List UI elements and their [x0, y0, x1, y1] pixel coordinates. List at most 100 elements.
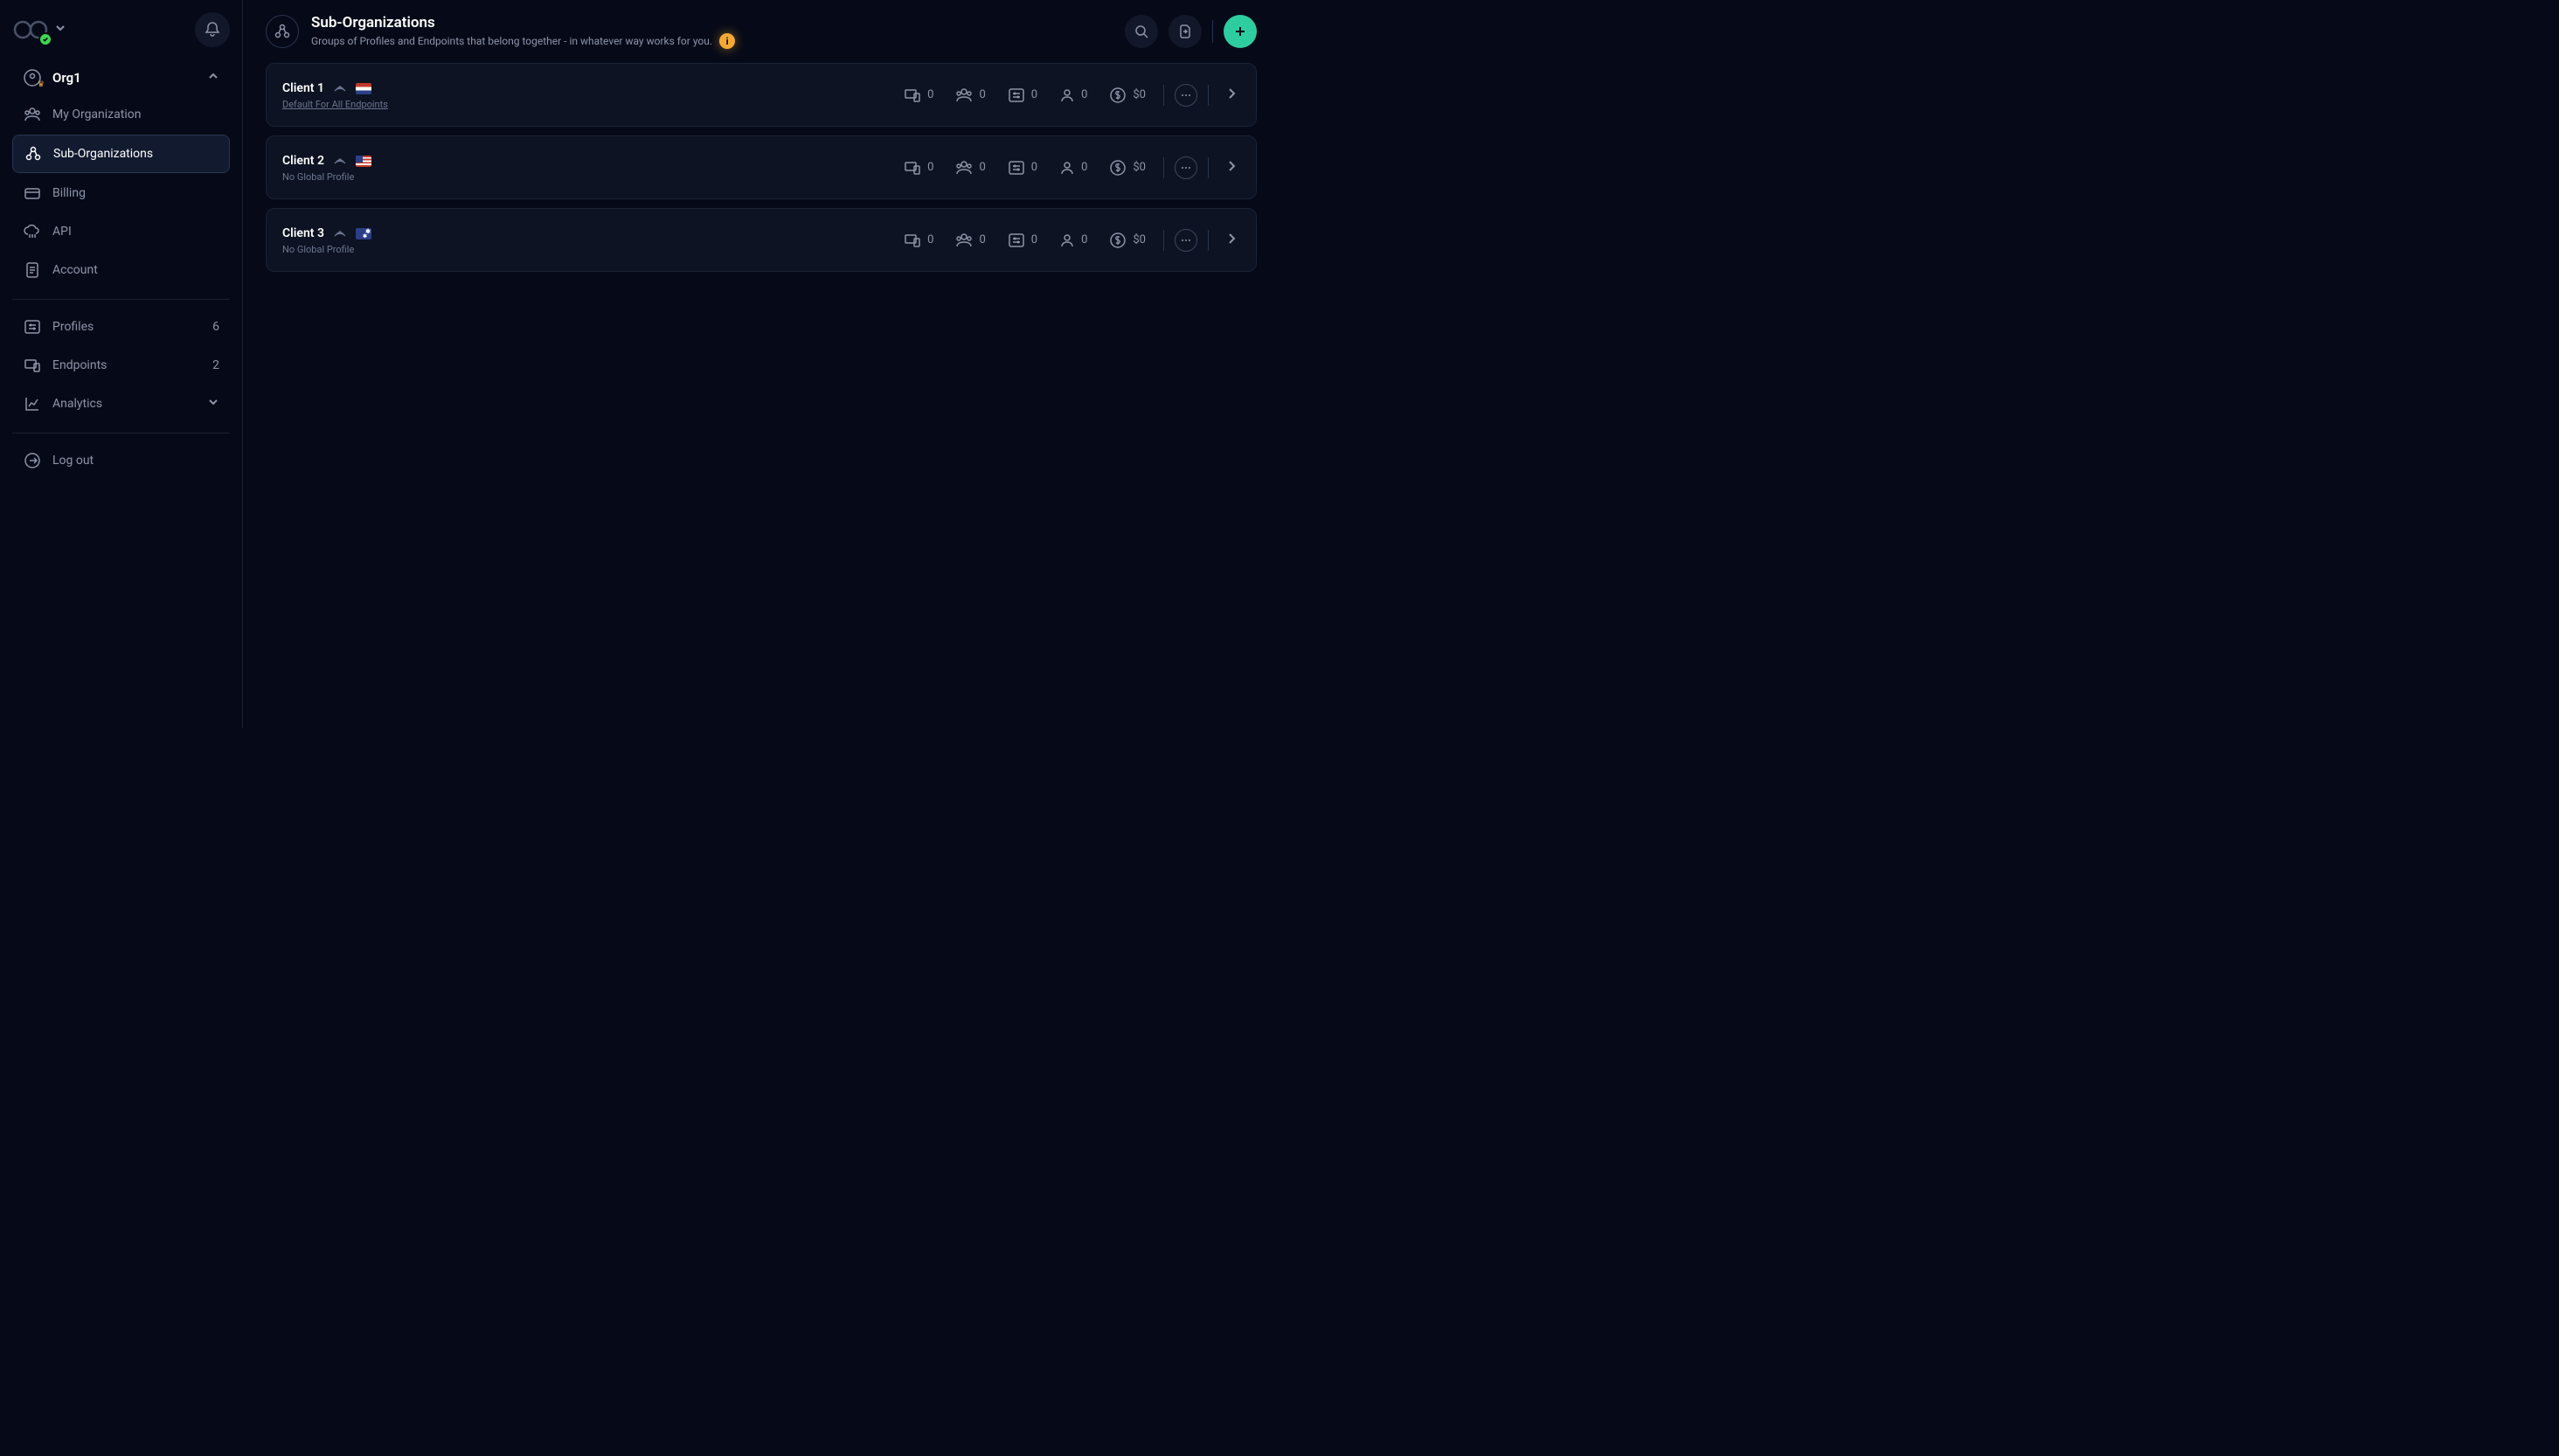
stat-endpoints: 0	[896, 86, 940, 105]
client-name: Client 3	[282, 226, 324, 240]
notifications-button[interactable]	[195, 12, 230, 47]
dots-icon	[1180, 162, 1192, 174]
devices-icon	[903, 86, 922, 105]
nav-label: My Organization	[52, 107, 219, 121]
nav-label: Profiles	[52, 320, 202, 334]
nav-profiles[interactable]: Profiles 6	[12, 309, 230, 345]
divider	[12, 299, 230, 300]
sliders-icon	[1007, 231, 1026, 250]
nav-label: Sub-Organizations	[53, 147, 218, 161]
search-icon	[1134, 24, 1149, 39]
nav-account[interactable]: Account	[12, 252, 230, 288]
stat-users: 0	[1051, 159, 1094, 177]
more-button[interactable]	[1175, 84, 1197, 107]
plus-icon	[1232, 24, 1248, 39]
users-group-icon	[954, 158, 974, 177]
document-icon	[23, 260, 42, 280]
chevron-up-icon	[207, 70, 219, 86]
broadcast-icon	[333, 152, 347, 170]
stat-users: 0	[1051, 87, 1094, 104]
nav-label: API	[52, 225, 219, 239]
chevron-down-icon	[54, 22, 66, 38]
user-icon	[1058, 87, 1076, 104]
broadcast-icon	[333, 80, 347, 97]
dots-icon	[1180, 234, 1192, 246]
dollar-icon	[1108, 86, 1127, 105]
open-button[interactable]	[1219, 159, 1244, 177]
dots-icon	[1180, 89, 1192, 101]
nav-analytics[interactable]: Analytics	[12, 385, 230, 422]
dollar-icon	[1108, 158, 1127, 177]
nav-count: 6	[212, 320, 219, 334]
divider	[1208, 157, 1209, 178]
devices-icon	[903, 231, 922, 250]
divider	[1163, 85, 1164, 106]
stat-endpoints: 0	[896, 158, 940, 177]
card-icon	[23, 184, 42, 203]
stat-groups: 0	[947, 86, 992, 105]
users-group-icon	[954, 86, 974, 105]
cloud-icon	[23, 222, 42, 241]
nav-count: 2	[212, 358, 219, 372]
client-subtitle: No Global Profile	[282, 171, 896, 183]
search-button[interactable]	[1125, 15, 1158, 48]
page-header: Sub-Organizations Groups of Profiles and…	[243, 0, 1280, 63]
client-row[interactable]: Client 2 No Global Profile 0 0 0 0 $0	[266, 135, 1257, 199]
nav-label: Endpoints	[52, 358, 202, 372]
user-icon	[1058, 232, 1076, 249]
open-button[interactable]	[1219, 87, 1244, 104]
stat-cost: $0	[1101, 86, 1153, 105]
page-subtitle: Groups of Profiles and Endpoints that be…	[311, 33, 735, 49]
stat-endpoints: 0	[896, 231, 940, 250]
users-group-icon	[273, 22, 292, 41]
nav-my-organization[interactable]: My Organization	[12, 96, 230, 133]
chevron-right-icon	[1224, 87, 1238, 101]
nav-label: Analytics	[52, 397, 197, 411]
stat-groups: 0	[947, 231, 992, 250]
stat-profiles: 0	[1000, 231, 1044, 250]
nav-api[interactable]: API	[12, 213, 230, 250]
divider	[1163, 230, 1164, 251]
add-button[interactable]	[1224, 15, 1257, 48]
nav-section-resources: Profiles 6 Endpoints 2 Analytics	[0, 309, 242, 424]
flag-icon	[356, 228, 371, 239]
users-group-icon	[954, 231, 974, 250]
org-row[interactable]: ♛ Org1	[12, 59, 230, 96]
stat-profiles: 0	[1000, 86, 1044, 105]
nav-logout[interactable]: Log out	[12, 442, 230, 479]
client-subtitle: No Global Profile	[282, 244, 896, 255]
devices-icon	[23, 356, 42, 375]
nav-billing[interactable]: Billing	[12, 175, 230, 211]
stat-users: 0	[1051, 232, 1094, 249]
logo-dropdown[interactable]	[12, 15, 66, 45]
sliders-icon	[1007, 86, 1026, 105]
more-button[interactable]	[1175, 229, 1197, 252]
nav-label: Account	[52, 263, 219, 277]
bell-icon	[204, 21, 221, 38]
client-subtitle[interactable]: Default For All Endpoints	[282, 99, 896, 110]
more-button[interactable]	[1175, 156, 1197, 179]
header-actions	[1125, 15, 1257, 48]
nav-section-footer: Log out	[0, 442, 242, 481]
nav-endpoints[interactable]: Endpoints 2	[12, 347, 230, 384]
nav-sub-organizations[interactable]: Sub-Organizations	[12, 135, 230, 173]
devices-icon	[903, 158, 922, 177]
client-row[interactable]: Client 3 No Global Profile 0 0 0 0 $0	[266, 208, 1257, 272]
client-row[interactable]: Client 1 Default For All Endpoints 0 0 0…	[266, 63, 1257, 127]
divider	[1163, 157, 1164, 178]
users-icon	[23, 105, 42, 124]
client-name: Client 1	[282, 81, 324, 95]
stat-profiles: 0	[1000, 158, 1044, 177]
export-button[interactable]	[1169, 15, 1202, 48]
nav-label: Billing	[52, 186, 219, 200]
page-header-icon	[266, 15, 299, 48]
info-icon[interactable]: i	[719, 33, 735, 49]
chevron-down-icon	[207, 396, 219, 412]
divider	[1208, 230, 1209, 251]
nav-label: Log out	[52, 454, 219, 468]
chart-icon	[23, 394, 42, 413]
open-button[interactable]	[1219, 232, 1244, 249]
dollar-icon	[1108, 231, 1127, 250]
logout-icon	[23, 451, 42, 470]
client-list: Client 1 Default For All Endpoints 0 0 0…	[243, 63, 1280, 272]
